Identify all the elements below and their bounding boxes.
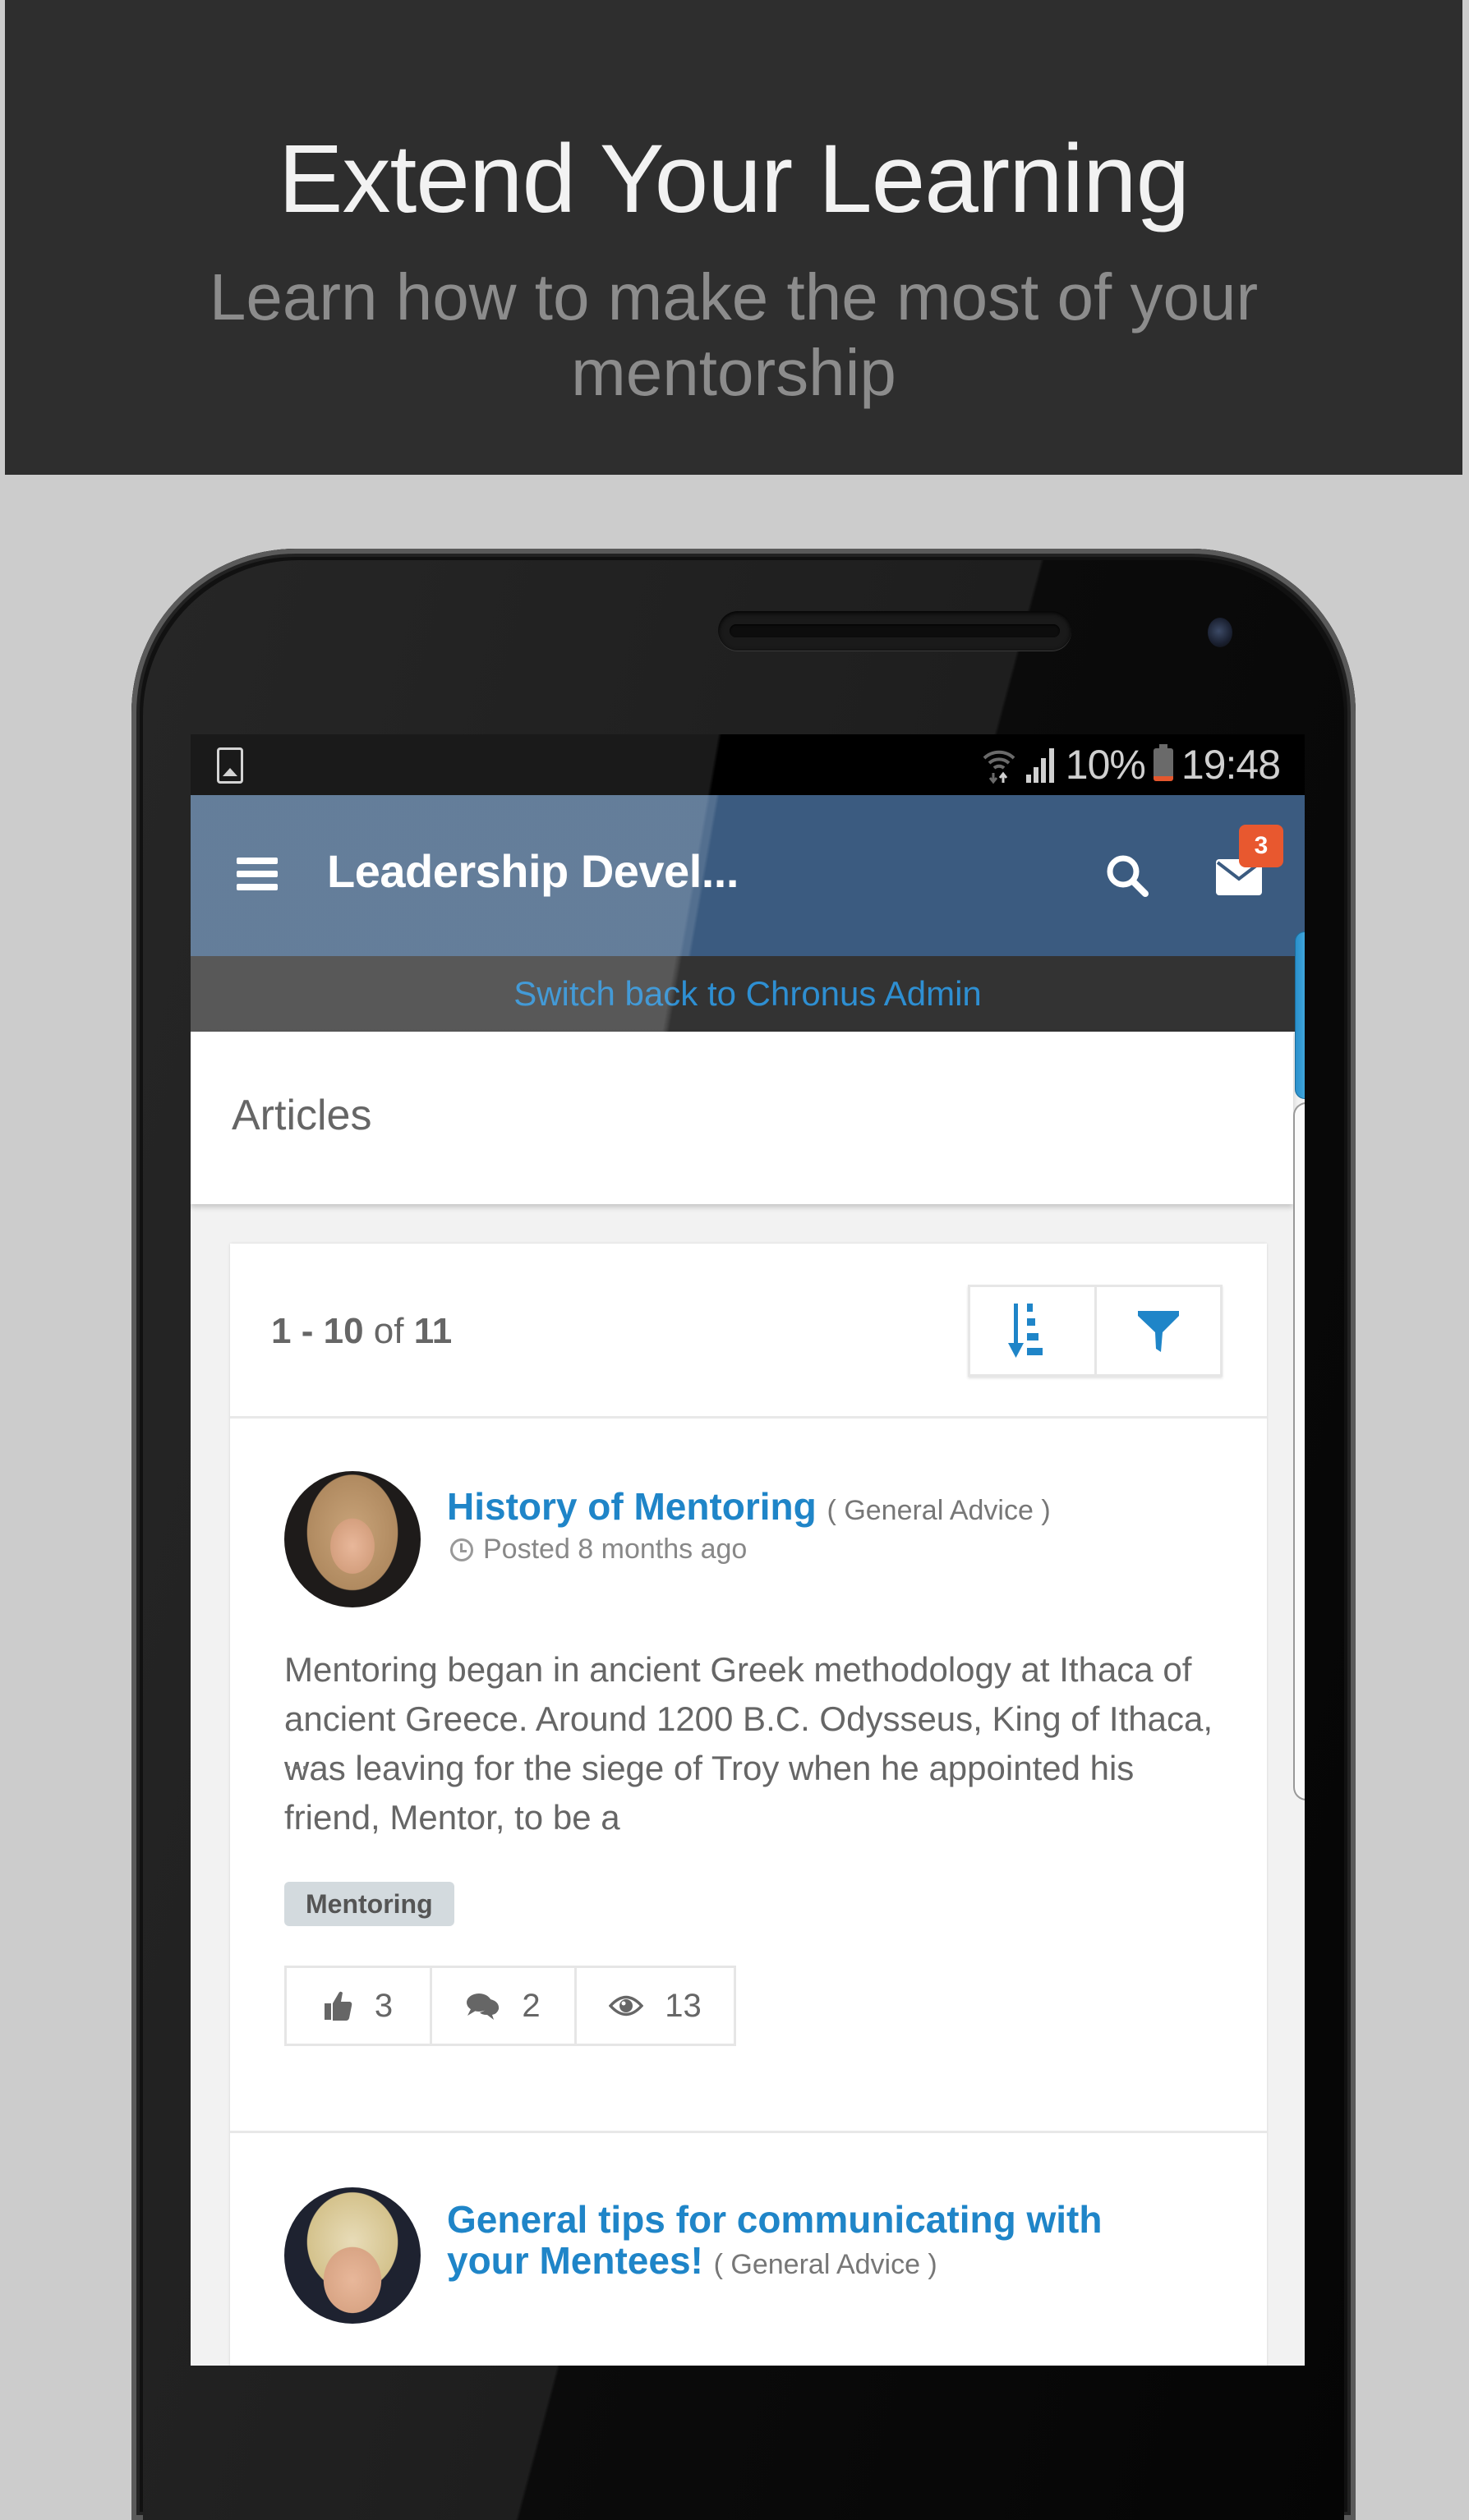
like-count: 3 xyxy=(374,1987,394,2024)
like-button[interactable]: 3 xyxy=(287,1968,430,2044)
search-icon[interactable] xyxy=(1103,851,1152,900)
phone-speaker xyxy=(718,611,1071,651)
article-category: ( General Advice ) xyxy=(713,2249,937,2280)
list-actions xyxy=(968,1285,1223,1377)
eye-icon xyxy=(609,1995,644,2016)
clock-icon xyxy=(450,1538,473,1561)
article-stats: 3 2 13 xyxy=(284,1966,736,2046)
unread-badge: 3 xyxy=(1239,825,1283,867)
hamburger-menu-icon[interactable] xyxy=(237,858,278,890)
clock: 19:48 xyxy=(1181,742,1281,788)
app-bar: Leadership Devel... 3 xyxy=(191,795,1305,956)
thumbs-up-icon xyxy=(324,1991,352,2021)
author-avatar[interactable] xyxy=(284,2187,421,2324)
articles-card: 1 - 10 of 11 History of Mentoring (Gene… xyxy=(230,1244,1267,2366)
page-title: Articles xyxy=(232,1092,372,1139)
result-count: 1 - 10 of 11 xyxy=(271,1311,453,1351)
sort-button[interactable] xyxy=(970,1287,1094,1374)
battery-percent: 10% xyxy=(1065,742,1146,788)
article-title-link[interactable]: General tips for communicating with your… xyxy=(447,2199,1186,2285)
comment-button[interactable]: 2 xyxy=(430,1968,574,2044)
author-avatar[interactable] xyxy=(284,1471,421,1607)
comment-count: 2 xyxy=(522,1987,541,2024)
sort-descending-icon xyxy=(1008,1304,1043,1358)
divider xyxy=(230,1416,1267,1419)
filter-icon xyxy=(1137,1311,1179,1352)
view-count: 13 xyxy=(665,1987,702,2024)
comments-icon xyxy=(467,1993,500,2020)
filter-button[interactable] xyxy=(1094,1287,1220,1374)
switch-back-link[interactable]: Switch back to Chronus Admin xyxy=(513,974,982,1013)
views-stat: 13 xyxy=(574,1968,734,2044)
divider xyxy=(230,2131,1267,2133)
promo-banner: Extend Your Learning Learn how to make t… xyxy=(5,0,1462,475)
gallery-notification-icon xyxy=(217,747,243,784)
tag-badge[interactable]: Mentoring xyxy=(284,1882,454,1926)
phone-camera xyxy=(1208,618,1232,647)
article-category: ( General Advice ) xyxy=(827,1495,1051,1526)
battery-icon xyxy=(1153,744,1173,781)
article-title-link[interactable]: History of Mentoring ( General Advice ) xyxy=(447,1484,1051,1529)
promo-title: Extend Your Learning xyxy=(278,125,1190,233)
promo-subtitle: Learn how to make the most of your mento… xyxy=(209,260,1259,409)
wifi-icon xyxy=(983,750,1015,784)
phone-screen: 10% 19:48 Leadership Devel... 3 Switch b… xyxy=(191,734,1305,2366)
app-title: Leadership Devel... xyxy=(327,845,739,897)
admin-switch-bar: Switch back to Chronus Admin xyxy=(191,956,1305,1032)
article-excerpt: Mentoring began in ancient Greek methodo… xyxy=(284,1650,1213,1837)
page-header: Articles xyxy=(191,1032,1293,1204)
side-drawer-edge xyxy=(1293,1102,1305,1800)
side-drawer-handle[interactable] xyxy=(1295,931,1305,1099)
read-more-ellipsis[interactable]: ... xyxy=(284,1742,309,1777)
posted-time: Posted 8 months ago xyxy=(450,1534,747,1566)
signal-icon xyxy=(1025,748,1054,783)
status-bar: 10% 19:48 xyxy=(191,734,1305,795)
